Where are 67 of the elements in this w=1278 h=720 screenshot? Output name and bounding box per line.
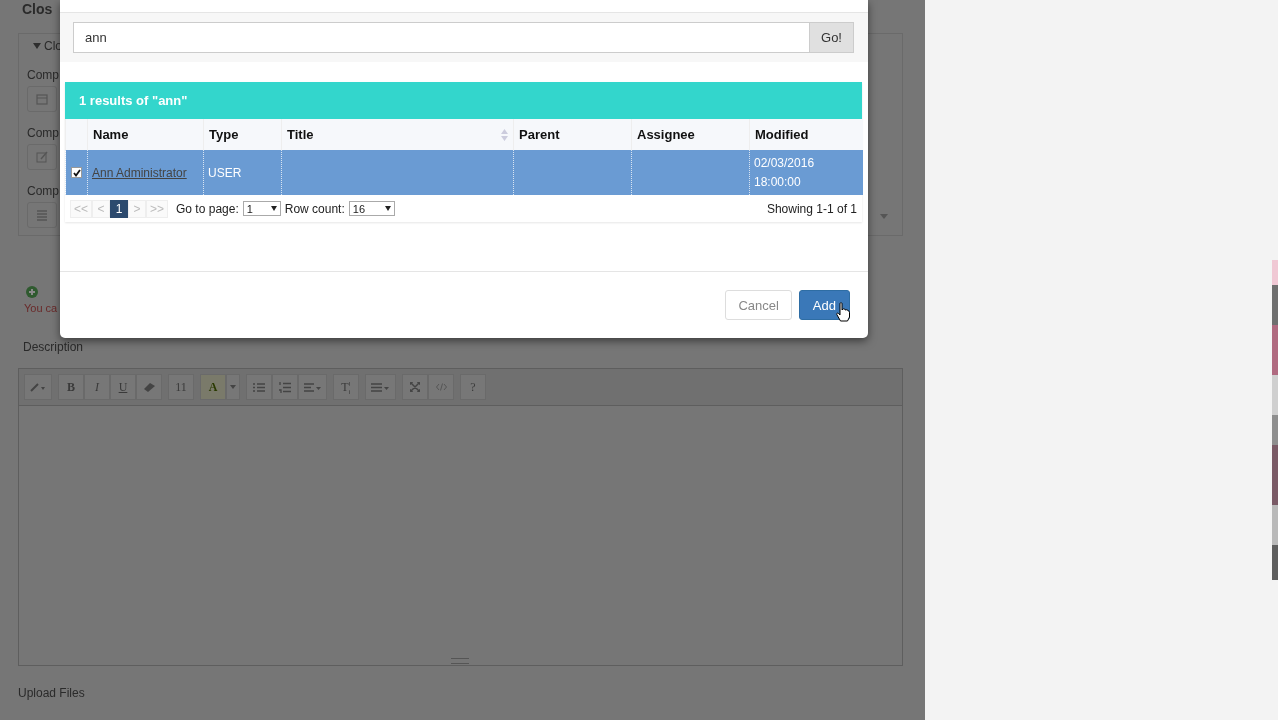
table-button[interactable]: [365, 374, 396, 400]
caret-icon: [270, 206, 277, 211]
showing-count: Showing 1-1 of 1: [766, 201, 857, 216]
column-header[interactable]: Title: [281, 119, 514, 150]
dropdown-button[interactable]: 11: [168, 374, 194, 400]
page-select[interactable]: 1: [242, 201, 281, 216]
page-button[interactable]: <: [92, 199, 110, 218]
caret-icon: [33, 43, 41, 49]
row-count-label: Row count:: [284, 201, 345, 216]
cancel-button[interactable]: Cancel: [725, 290, 792, 320]
caret-icon: [880, 214, 888, 219]
result-row[interactable]: Ann Administrator USER 02/03/2016 18:00:00: [65, 150, 863, 195]
toolbar-button[interactable]: A: [200, 374, 226, 400]
input-field[interactable]: [27, 144, 57, 170]
column-header[interactable]: Parent: [513, 119, 632, 150]
wand-icon: [30, 382, 46, 392]
fullscreen-button[interactable]: [402, 374, 428, 400]
caret-icon: [230, 385, 236, 389]
modified-date: 02/03/2016 18:00:00: [754, 154, 816, 191]
add-icon[interactable]: [26, 286, 38, 298]
code-button[interactable]: [428, 374, 454, 400]
page-button[interactable]: >: [128, 199, 146, 218]
style-button[interactable]: [24, 374, 52, 400]
bullet-list-icon: [253, 382, 265, 392]
align-icon: [304, 382, 321, 392]
page-button[interactable]: <<: [70, 199, 92, 218]
toolbar-button[interactable]: B: [58, 374, 84, 400]
search-field[interactable]: ann: [73, 22, 810, 53]
numbered-list-icon: [279, 381, 291, 393]
page-button[interactable]: 1: [110, 199, 128, 218]
numbered-list-button[interactable]: [272, 374, 298, 400]
table-cell: USER: [208, 165, 242, 180]
toolbar-button[interactable]: U: [110, 374, 136, 400]
hand-cursor-icon: [836, 302, 850, 322]
dropdown-button[interactable]: [226, 374, 240, 400]
input-field[interactable]: [27, 86, 57, 112]
toolbar-button[interactable]: I: [84, 374, 110, 400]
add-button[interactable]: Add: [798, 290, 850, 320]
go-button[interactable]: Go!: [810, 22, 854, 53]
column-header[interactable]: Name: [87, 119, 204, 150]
caret-icon: [384, 206, 391, 211]
input-field[interactable]: [27, 202, 57, 228]
calendar-icon: [36, 93, 48, 105]
toolbar-button[interactable]: ?: [460, 374, 486, 400]
edit-icon: [36, 151, 48, 163]
eraser-icon: [143, 382, 155, 392]
bullet-list-button[interactable]: [246, 374, 272, 400]
column-header[interactable]: Type: [203, 119, 282, 150]
results-heading: 1 results of "ann": [65, 82, 862, 119]
list-icon: [36, 209, 48, 221]
page-title: Clos: [22, 1, 54, 17]
eraser-button[interactable]: [136, 374, 162, 400]
align-button[interactable]: [298, 374, 327, 400]
upload-label: Upload Files: [18, 686, 86, 700]
column-header[interactable]: Modified: [749, 119, 863, 150]
column-header[interactable]: Assignee: [631, 119, 750, 150]
expand-icon: [410, 382, 420, 392]
page-button[interactable]: >>: [146, 199, 169, 218]
description-label: Description: [23, 340, 85, 354]
sort-icon: [501, 128, 508, 141]
resize-handle[interactable]: [451, 658, 469, 664]
go-to-page-label: Go to page:: [176, 201, 239, 216]
row-checkbox[interactable]: [71, 167, 82, 178]
code-icon: [435, 383, 447, 391]
warning-text: You ca: [24, 302, 58, 314]
table-icon: [371, 382, 390, 392]
row-count-select[interactable]: 16: [348, 201, 395, 216]
